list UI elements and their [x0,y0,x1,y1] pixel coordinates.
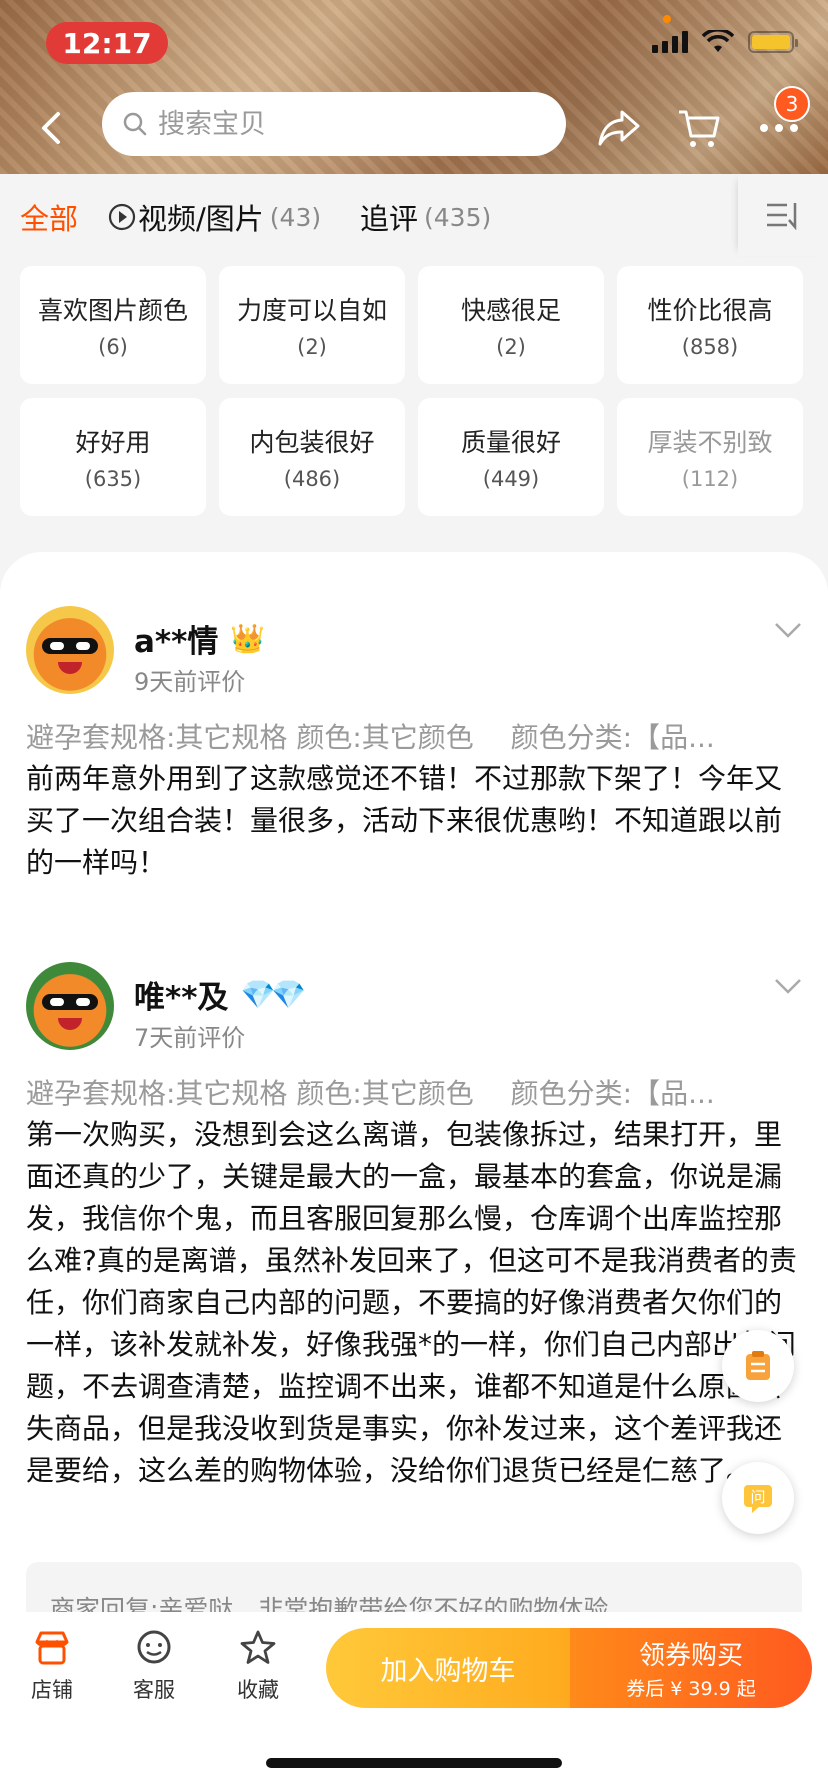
review-date: 9天前评价 [134,668,246,696]
tag-count: (486) [283,467,341,491]
checklist-icon [746,1351,770,1380]
review-tabs: 全部 视频/图片 (43) 追评 (435) [0,174,828,256]
review-text: 前两年意外用到了这款感觉还不错！不过那款下架了！今年又买了一次组合装！量很多，活… [26,762,783,879]
tag-filters: 喜欢图片颜色 (6) 力度可以自如 (2) 快感很足 (2) 性价比很高 (858) 好… [20,266,806,516]
shop-icon [35,1631,69,1665]
tab-follow-up[interactable]: 追评 (435) [360,196,491,238]
wifi-icon [702,30,734,52]
buy-main-label: 领券购买 [638,1641,743,1671]
tag-label: 性价比很高 [647,296,773,325]
tab-follow-count: (435) [424,202,492,232]
tab-all[interactable]: 全部 [20,196,78,238]
service-label: 客服 [133,1678,175,1702]
tag-count: (449) [482,467,540,491]
tag-chip[interactable]: 厚装不别致 (112) [617,398,803,516]
header: 12:17 3 [0,0,828,174]
sort-button[interactable] [738,174,828,256]
question-bubble-icon: 问 [744,1485,772,1513]
chevron-down-icon[interactable] [774,976,802,996]
tab-all-label: 全部 [20,202,79,236]
battery-icon [748,31,798,53]
home-indicator[interactable] [266,1758,562,1768]
tag-count: (6) [98,335,128,359]
seller-reply: 商家回复:亲爱哒，非常抱歉带给您不好的购物体验 [26,1562,802,1612]
status-time: 12:17 [46,22,168,64]
tag-label: 喜欢图片颜色 [37,296,188,325]
review-spec: 避孕套规格:其它规格 颜色:其它颜色 颜色分类:【品... [26,721,715,754]
tag-count: (635) [84,467,142,491]
crown-icon: 👑 [230,622,266,655]
reviewer-name-text: a**情 [134,624,219,660]
tag-chip[interactable]: 好好用 (635) [20,398,206,516]
favorite-button[interactable]: 收藏 [222,1628,294,1704]
shop-label: 店铺 [31,1678,73,1702]
coupon-buy-button[interactable]: 领券购买 券后 ¥ 39.9 起 [570,1628,812,1708]
reviewer-name-text: 唯**及 [134,980,229,1016]
add-to-cart-button[interactable]: 加入购物车 [326,1628,570,1708]
cart-icon[interactable] [676,104,722,150]
status-icons [652,30,798,54]
share-icon[interactable] [596,104,642,150]
tag-chip[interactable]: 喜欢图片颜色 (6) [20,266,206,384]
tab-video-images[interactable]: 视频/图片 (43) [108,196,321,238]
star-icon [240,1630,276,1664]
tag-chip[interactable]: 性价比很高 (858) [617,266,803,384]
customer-service-button[interactable]: 客服 [118,1628,190,1704]
tag-label: 好好用 [75,428,151,457]
tag-count: (2) [496,335,526,359]
tag-chip[interactable]: 质量很好 (449) [418,398,604,516]
sort-list-icon [767,203,797,230]
shop-button[interactable]: 店铺 [16,1628,88,1704]
avatar[interactable] [26,962,114,1050]
signal-icon [652,31,688,53]
ask-float-button[interactable]: 问 [722,1462,794,1534]
favorite-label: 收藏 [237,1678,279,1702]
avatar[interactable] [26,606,114,694]
review-date: 7天前评价 [134,1024,246,1052]
tag-label: 快感很足 [460,296,561,325]
buy-sub-label: 券后 ¥ 39.9 起 [626,1678,756,1700]
tag-label: 力度可以自如 [236,296,387,325]
review-list: a**情 👑 9天前评价 避孕套规格:其它规格 颜色:其它颜色 颜色分类:【品.… [0,552,828,1612]
tag-count: (2) [297,335,327,359]
search-input[interactable] [158,108,538,140]
tag-count: (112) [681,467,739,491]
tag-chip[interactable]: 快感很足 (2) [418,266,604,384]
diamond-icon: 💎💎 [240,978,306,1011]
tab-video-label: 视频/图片 [138,202,264,236]
tag-count: (858) [681,335,739,359]
back-icon[interactable] [36,108,66,148]
tag-label: 质量很好 [460,428,561,457]
reviewer-name: 唯**及 💎💎 [134,972,306,1017]
tab-follow-label: 追评 [360,202,419,236]
svg-text:问: 问 [750,1488,765,1506]
reviewer-name: a**情 👑 [134,616,265,661]
review-text: 第一次购买，没想到会这么离谱，包装像拆过，结果打开，里面还真的少了，关键是最大的… [26,1118,797,1487]
play-icon [108,203,136,231]
notification-badge: 3 [774,86,810,122]
tag-label: 内包装很好 [249,428,375,457]
tag-chip[interactable]: 内包装很好 (486) [219,398,405,516]
chat-face-icon [137,1630,171,1664]
privacy-indicator [663,15,671,23]
review-spec: 避孕套规格:其它规格 颜色:其它颜色 颜色分类:【品... [26,1077,715,1110]
tag-label: 厚装不别致 [647,428,773,457]
search-icon [123,112,147,136]
search-box[interactable] [102,92,566,156]
tab-video-count: (43) [269,202,322,232]
tag-chip[interactable]: 力度可以自如 (2) [219,266,405,384]
chevron-down-icon[interactable] [774,620,802,640]
checklist-float-button[interactable] [722,1330,794,1402]
